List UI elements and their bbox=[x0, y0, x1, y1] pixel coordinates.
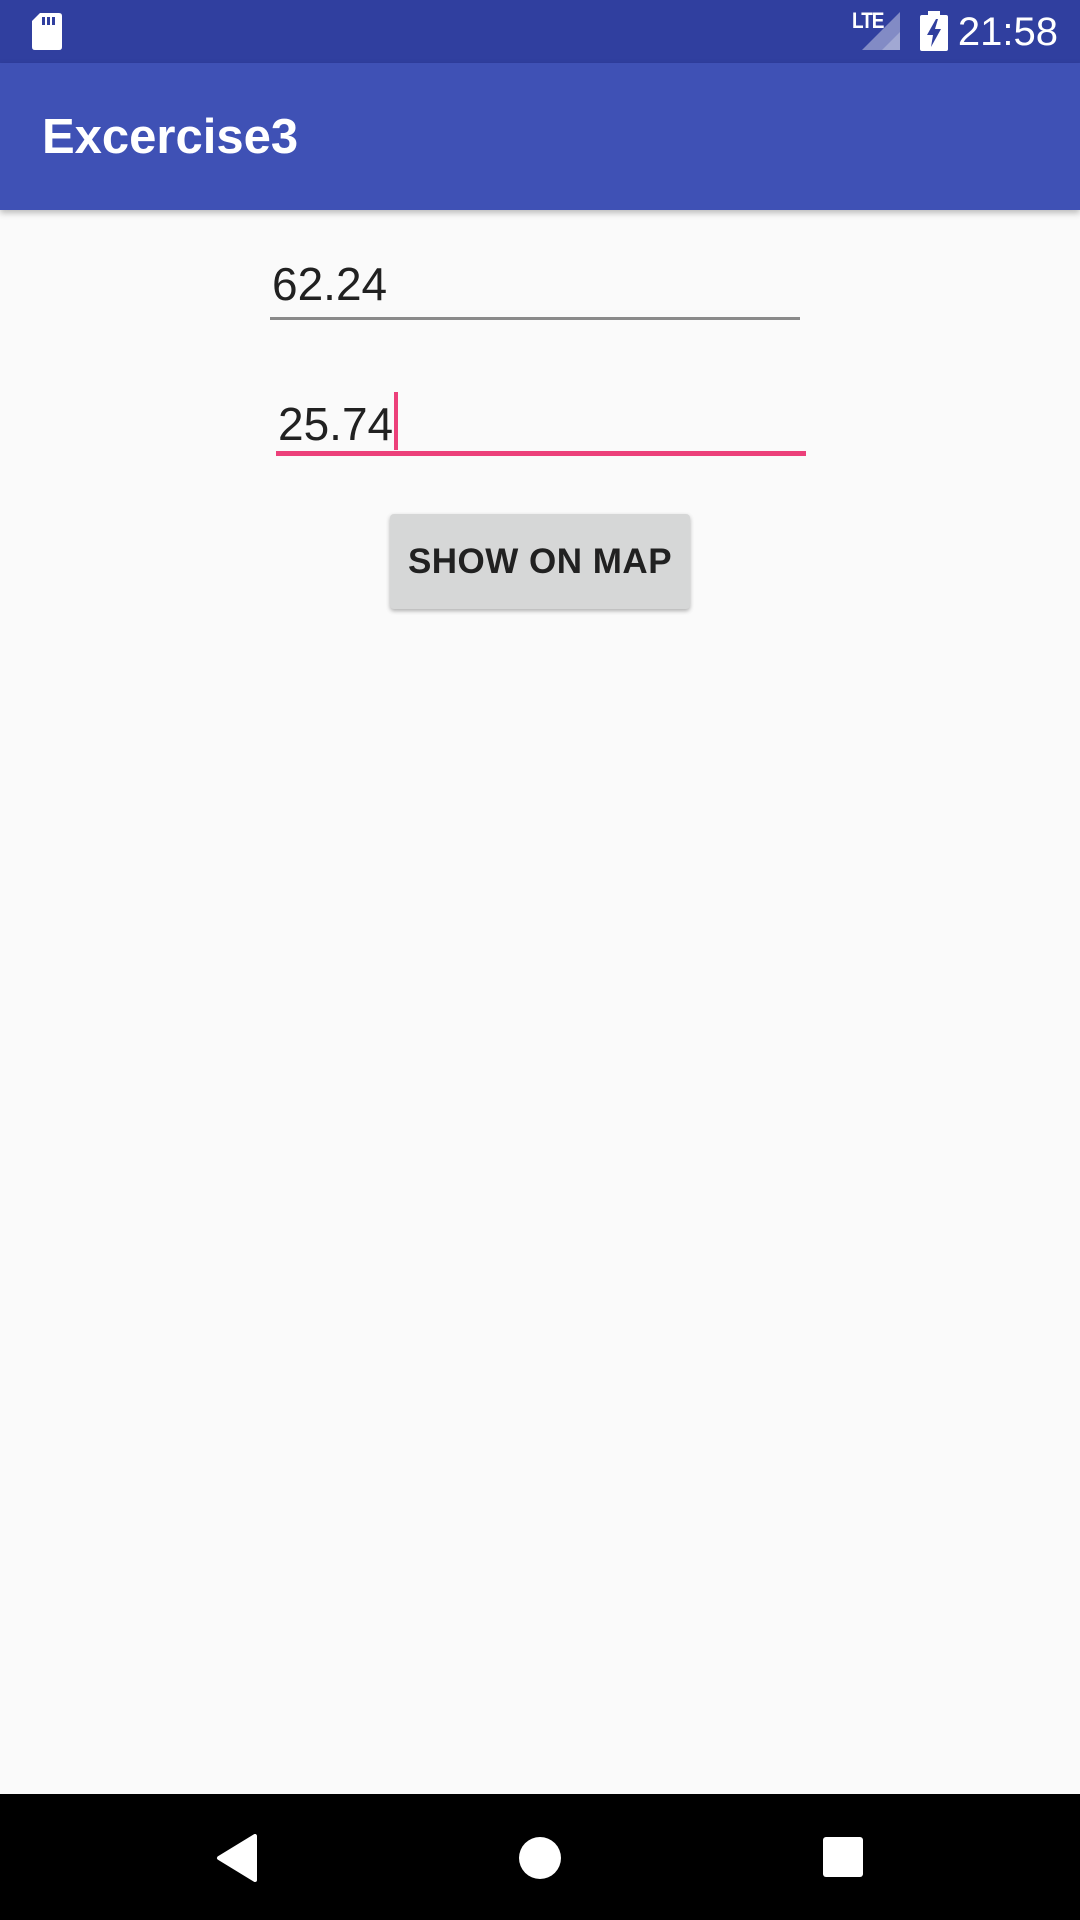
home-icon[interactable] bbox=[518, 1836, 562, 1880]
sd-card-icon bbox=[32, 13, 62, 50]
longitude-input-text: 25.74 bbox=[278, 392, 399, 452]
status-clock: 21:58 bbox=[957, 10, 1058, 54]
status-bar: LTE 21:58 bbox=[0, 0, 1080, 63]
navigation-bar bbox=[0, 1794, 1080, 1920]
show-on-map-button[interactable]: SHOW ON MAP bbox=[390, 514, 690, 609]
signal-icon bbox=[862, 12, 900, 50]
latitude-input-value: 62.24 bbox=[272, 258, 388, 310]
battery-charging-icon bbox=[920, 11, 948, 51]
back-icon[interactable] bbox=[215, 1834, 259, 1882]
text-cursor bbox=[394, 392, 399, 450]
longitude-input-value: 25.74 bbox=[278, 398, 394, 450]
app-bar: Excercise3 bbox=[0, 63, 1080, 210]
recents-icon[interactable] bbox=[822, 1836, 864, 1878]
app-title: Excercise3 bbox=[42, 110, 299, 164]
longitude-input[interactable]: 25.74 bbox=[276, 386, 806, 456]
latitude-input[interactable]: 62.24 bbox=[270, 250, 800, 320]
